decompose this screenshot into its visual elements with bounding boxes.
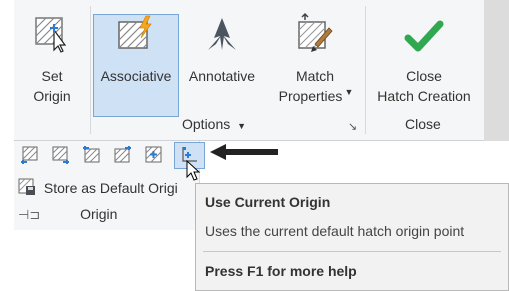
tooltip-help-text: Press F1 for more help bbox=[205, 263, 357, 279]
associative-hatch-icon bbox=[118, 15, 152, 49]
tooltip-description: Uses the current default hatch origin po… bbox=[205, 223, 465, 239]
close-hatch-creation-button[interactable]: Close Hatch Creation bbox=[368, 10, 480, 106]
ribbon-scroll-region bbox=[484, 0, 509, 141]
store-as-default-origin-label: Store as Default Origi bbox=[43, 180, 178, 196]
associative-label: Associative bbox=[100, 68, 172, 84]
associative-content: Associative bbox=[93, 10, 179, 106]
close-panel-title: Close bbox=[405, 116, 441, 132]
mouse-cursor-icon bbox=[186, 160, 201, 181]
match-properties-button[interactable]: Match Properties ▼ bbox=[270, 10, 360, 106]
set-origin-line2: Origin bbox=[33, 88, 71, 104]
match-properties-line1: Match bbox=[295, 68, 335, 84]
green-checkmark-icon bbox=[404, 20, 444, 52]
annotative-button[interactable]: Annotative bbox=[181, 10, 263, 106]
set-origin-button[interactable]: Set Origin bbox=[20, 10, 84, 106]
annotative-label: Annotative bbox=[188, 68, 256, 84]
origin-top-left-icon[interactable] bbox=[82, 145, 101, 164]
match-properties-line2: Properties ▼ bbox=[270, 86, 360, 108]
options-title-text: Options bbox=[182, 116, 231, 132]
close-line2: Hatch Creation bbox=[377, 88, 471, 104]
dialog-launcher-icon[interactable]: ↘ bbox=[348, 120, 357, 133]
set-origin-line1: Set bbox=[41, 68, 63, 84]
tooltip-divider bbox=[203, 251, 501, 252]
origin-bottom-right-icon[interactable] bbox=[51, 145, 70, 164]
origin-panel-title-row: ⊣⊐ Origin bbox=[18, 206, 117, 223]
panel-separator bbox=[90, 6, 91, 134]
chevron-down-icon[interactable]: ▼ bbox=[344, 87, 353, 97]
hatch-origin-cursor-icon bbox=[35, 17, 67, 53]
options-panel-title[interactable]: Options ▼ bbox=[182, 116, 246, 132]
store-as-default-origin-button[interactable]: Store as Default Origi bbox=[18, 178, 178, 196]
pin-icon[interactable]: ⊣⊐ bbox=[18, 207, 40, 222]
origin-bottom-left-icon[interactable] bbox=[20, 145, 39, 164]
annotative-scale-icon bbox=[208, 18, 236, 50]
chevron-down-icon: ▼ bbox=[237, 121, 247, 131]
origin-panel-title: Origin bbox=[80, 206, 118, 222]
panel-separator bbox=[365, 6, 366, 134]
match-properties-line2-text: Properties bbox=[278, 88, 343, 104]
match-properties-brush-icon bbox=[298, 12, 333, 52]
origin-center-icon[interactable] bbox=[144, 145, 163, 164]
black-arrow-icon bbox=[210, 144, 278, 160]
origin-top-right-icon[interactable] bbox=[113, 145, 132, 164]
tooltip: Use Current Origin Uses the current defa… bbox=[195, 183, 509, 291]
close-line1: Close bbox=[406, 68, 442, 84]
save-icon bbox=[18, 178, 35, 195]
tooltip-title: Use Current Origin bbox=[205, 194, 331, 210]
